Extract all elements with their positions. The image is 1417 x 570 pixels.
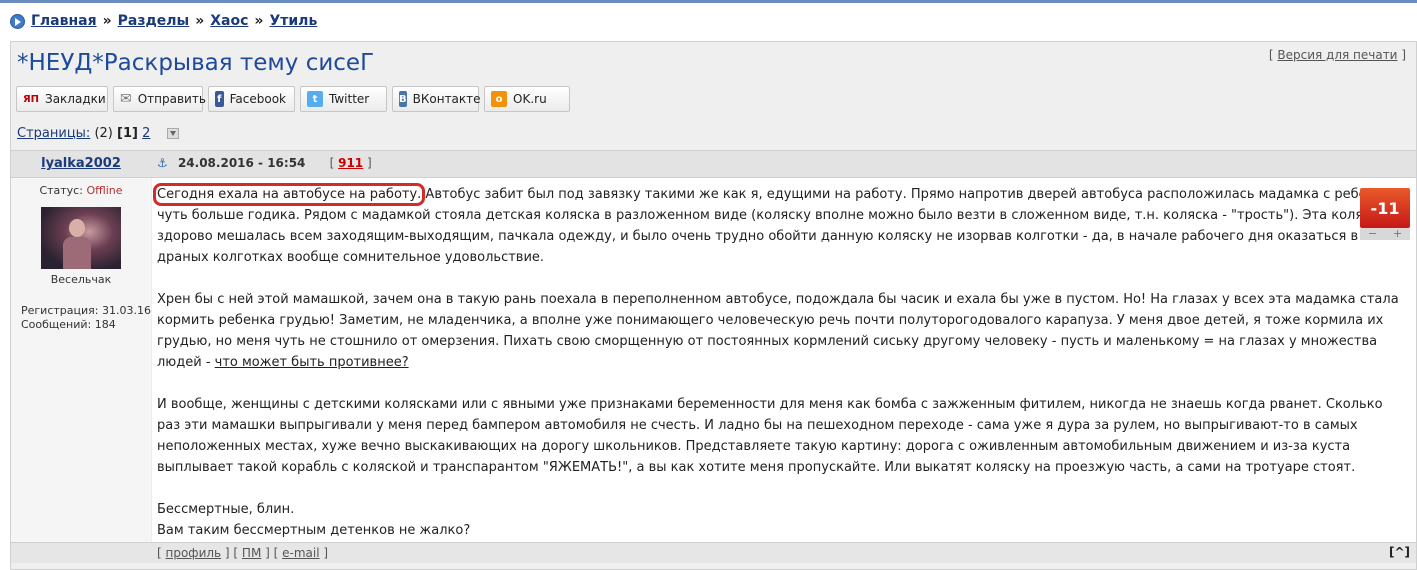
vk-icon: В (399, 91, 407, 107)
paragraph-1: Сегодня ехала на автобусе на работу. Авт… (152, 183, 1405, 265)
facebook-icon: f (215, 91, 224, 107)
author-info: Регистрация: 31.03.16 Сообщений: 184 (21, 304, 151, 332)
author-status: Статус: Offline (39, 184, 123, 197)
share-facebook-button[interactable]: f Facebook (208, 86, 295, 112)
share-vk-button[interactable]: В ВКонтакте (392, 86, 481, 112)
author-link[interactable]: lyalka2002 (41, 156, 121, 171)
status-offline: Offline (86, 184, 123, 197)
profile-link[interactable]: профиль (166, 546, 222, 560)
post-header: lyalka2002 ⚓ 24.08.2016 - 16:54 [ 911 ] (11, 150, 1416, 178)
share-email-button[interactable]: ✉ Отправить (113, 86, 206, 112)
email-link[interactable]: e-mail (282, 546, 319, 560)
rating-controls: − + (1360, 228, 1410, 240)
rating-value: -11 (1360, 188, 1410, 228)
topic-container: *НЕУД*Раскрывая тему сисеГ [ Версия для … (10, 41, 1417, 570)
breadcrumb-separator: » (102, 13, 112, 29)
ok-icon: о (491, 91, 507, 107)
inline-link[interactable]: что может быть противнее? (215, 355, 409, 370)
breadcrumb-home[interactable]: Главная (31, 13, 97, 29)
share-toolbar: ЯП Закладки ✉ Отправить f Facebook t Twi… (16, 86, 570, 112)
paragraph-2: Хрен бы с ней этой мамашкой, зачем она в… (157, 292, 1399, 370)
post-number: [ 911 ] (329, 156, 372, 170)
share-bookmarks-button[interactable]: ЯП Закладки (16, 86, 108, 112)
post-number-link[interactable]: 911 (338, 156, 363, 170)
twitter-icon: t (307, 91, 323, 107)
author-sidebar: Статус: Offline Весельчак Регистрация: 3… (11, 178, 151, 542)
author-rank: Весельчак (50, 273, 112, 286)
chevron-down-icon[interactable] (166, 128, 179, 139)
post-body: Сегодня ехала на автобусе на работу. Авт… (152, 178, 1416, 542)
print-version: [ Версия для печати ] (1268, 48, 1406, 62)
post-date: 24.08.2016 - 16:54 (177, 156, 306, 170)
mail-icon: ✉ (120, 91, 132, 107)
yandex-bookmarks-icon: ЯП (22, 93, 40, 105)
post-author: lyalka2002 (11, 156, 151, 171)
avatar[interactable] (41, 207, 121, 269)
paragraph-4: Бессмертные, блин. Вам таким бессмертным … (157, 502, 471, 538)
share-ok-button[interactable]: о OK.ru (484, 86, 570, 112)
post-rating: -11 − + (1360, 188, 1410, 240)
back-to-top-button[interactable]: [^] (1389, 545, 1410, 559)
post-footer: [ профиль ] [ ПМ ] [ e-mail ] [^] (11, 542, 1416, 563)
pages-count: (2) (94, 126, 113, 141)
paragraph-3: И вообще, женщины с детскими колясками и… (157, 397, 1383, 475)
current-page: [1] (117, 126, 138, 141)
post-meta: ⚓ 24.08.2016 - 16:54 [ 911 ] (157, 156, 372, 170)
rating-minus-button[interactable]: − (1368, 228, 1377, 240)
breadcrumb: Главная » Разделы » Хаос » Утиль (10, 13, 317, 29)
breadcrumb-trash[interactable]: Утиль (269, 13, 317, 29)
breadcrumb-sections[interactable]: Разделы (118, 13, 190, 29)
anchor-icon[interactable]: ⚓ (157, 156, 168, 170)
rating-plus-button[interactable]: + (1393, 228, 1402, 240)
breadcrumb-separator: » (254, 13, 264, 29)
pages-label[interactable]: Страницы: (17, 126, 90, 141)
message-count: Сообщений: 184 (21, 318, 116, 331)
page-title: *НЕУД*Раскрывая тему сисеГ (17, 50, 375, 76)
pagination: Страницы: (2) [1] 2 (17, 126, 179, 141)
pm-link[interactable]: ПМ (242, 546, 261, 560)
print-version-link[interactable]: Версия для печати (1277, 48, 1397, 62)
post-text: Сегодня ехала на автобусе на работу. Авт… (152, 183, 1407, 562)
home-arrow-icon[interactable] (10, 13, 25, 29)
breadcrumb-separator: » (195, 13, 205, 29)
post-author-links: [ профиль ] [ ПМ ] [ e-mail ] (157, 546, 329, 560)
page-2-link[interactable]: 2 (142, 126, 150, 141)
highlighted-sentence: Сегодня ехала на автобусе на работу. (152, 183, 426, 206)
share-twitter-button[interactable]: t Twitter (300, 86, 387, 112)
registration-date: Регистрация: 31.03.16 (21, 304, 151, 317)
breadcrumb-chaos[interactable]: Хаос (210, 13, 248, 29)
